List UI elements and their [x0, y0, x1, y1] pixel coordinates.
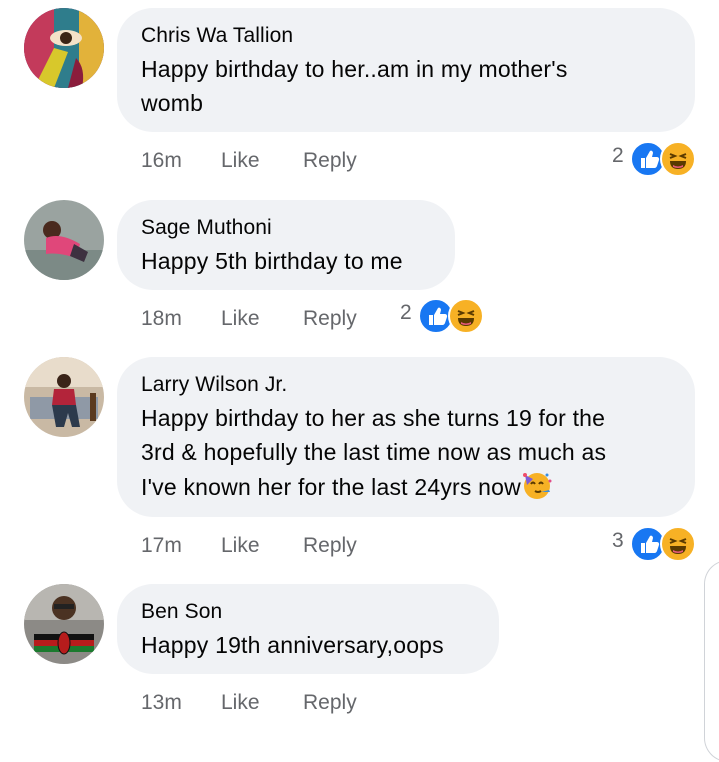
comment-time[interactable]: 16m: [141, 149, 182, 173]
like-button[interactable]: Like: [221, 534, 260, 558]
comment-bubble: Sage Muthoni Happy 5th birthday to me: [117, 200, 455, 290]
reply-button[interactable]: Reply: [303, 149, 357, 173]
reaction-count: 3: [612, 529, 624, 552]
comment-author[interactable]: Sage Muthoni: [141, 214, 431, 242]
comment-author[interactable]: Ben Son: [141, 598, 475, 626]
comment-text: Happy 5th birthday to me: [141, 248, 403, 274]
comment-bubble: Ben Son Happy 19th anniversary,oops: [117, 584, 499, 674]
reply-button[interactable]: Reply: [303, 691, 357, 715]
haha-icon: [660, 141, 696, 177]
reaction-summary[interactable]: 3: [612, 526, 702, 562]
reply-button[interactable]: Reply: [303, 534, 357, 558]
comment-author[interactable]: Chris Wa Tallion: [141, 22, 671, 50]
comment-author[interactable]: Larry Wilson Jr.: [141, 371, 671, 399]
like-button[interactable]: Like: [221, 691, 260, 715]
avatar[interactable]: [24, 200, 104, 280]
like-button[interactable]: Like: [221, 307, 260, 331]
comment-text: Happy birthday to her as she turns 19 fo…: [141, 401, 671, 510]
reaction-count: 2: [612, 144, 624, 167]
comment-time[interactable]: 17m: [141, 534, 182, 558]
haha-icon: [448, 298, 484, 334]
avatar[interactable]: [24, 584, 104, 664]
comment-text: Happy birthday to her..am in my mother's…: [141, 56, 568, 116]
avatar[interactable]: [24, 8, 104, 88]
reaction-count: 2: [400, 301, 412, 324]
like-button[interactable]: Like: [221, 149, 260, 173]
haha-icon: [660, 526, 696, 562]
comment-text: Happy 19th anniversary,oops: [141, 632, 444, 658]
partial-comment-box: [704, 560, 719, 762]
comment-time[interactable]: 18m: [141, 307, 182, 331]
reaction-summary[interactable]: 2: [612, 141, 702, 177]
comment-bubble: Chris Wa Tallion Happy birthday to her..…: [117, 8, 695, 132]
comment-time[interactable]: 13m: [141, 691, 182, 715]
reaction-summary[interactable]: 2: [400, 298, 490, 334]
reply-button[interactable]: Reply: [303, 307, 357, 331]
avatar[interactable]: [24, 357, 104, 437]
partying-face-emoji: [521, 469, 553, 510]
comment-bubble: Larry Wilson Jr. Happy birthday to her a…: [117, 357, 695, 517]
